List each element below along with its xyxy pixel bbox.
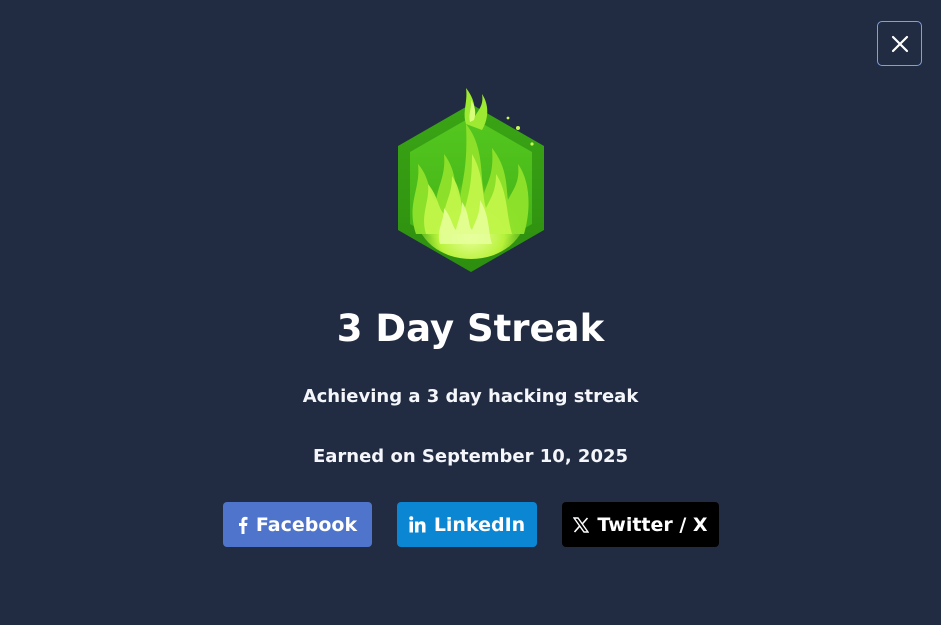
achievement-description: Achieving a 3 day hacking streak — [302, 386, 639, 407]
share-facebook-label: Facebook — [255, 513, 358, 536]
linkedin-icon — [409, 516, 426, 533]
flame-hexagon-badge-icon — [398, 88, 544, 272]
achievement-title: 3 Day Streak — [336, 307, 605, 350]
earned-date: Earned on September 10, 2025 — [312, 446, 629, 467]
share-twitter-button[interactable]: Twitter / X — [562, 502, 719, 547]
facebook-icon — [238, 516, 248, 534]
achievement-dialog: 3 Day Streak Achieving a 3 day hacking s… — [0, 0, 941, 625]
x-logo-icon — [573, 516, 590, 533]
close-button[interactable] — [877, 21, 922, 66]
share-linkedin-button[interactable]: LinkedIn — [397, 502, 537, 547]
share-twitter-label: Twitter / X — [597, 513, 708, 536]
close-icon — [891, 35, 908, 52]
share-linkedin-label: LinkedIn — [433, 513, 526, 536]
share-facebook-button[interactable]: Facebook — [223, 502, 372, 547]
